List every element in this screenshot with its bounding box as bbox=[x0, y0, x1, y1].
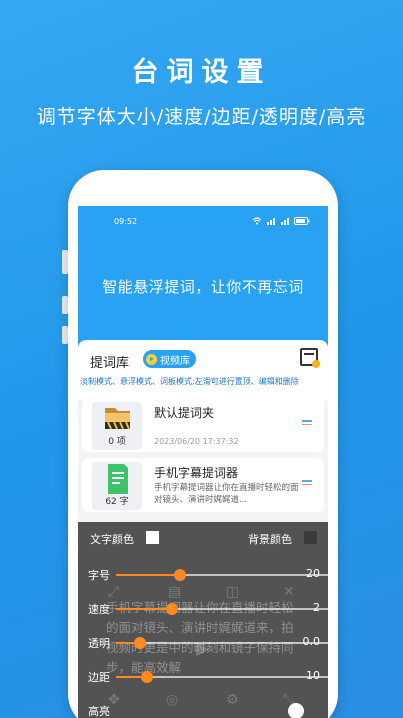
highlight-label: 高亮 bbox=[88, 705, 110, 718]
item-description: 手机字幕提词器让你在直播时轻松的面对镜头、演讲时娓娓道... bbox=[154, 483, 299, 505]
slider-fill bbox=[116, 574, 181, 576]
highlight-toggle[interactable] bbox=[288, 703, 304, 718]
margin-label: 边距 bbox=[88, 671, 110, 684]
highlight-row: 高亮 bbox=[78, 700, 328, 718]
bg-color-label: 背景颜色 bbox=[248, 533, 292, 546]
text-color-swatch[interactable] bbox=[146, 531, 159, 544]
item-name: 默认提词夹 bbox=[154, 406, 215, 420]
item-count: 62 字 bbox=[105, 497, 129, 507]
battery-icon bbox=[294, 217, 310, 225]
item-name: 手机字幕提词器 bbox=[154, 466, 239, 480]
margin-slider[interactable] bbox=[116, 671, 338, 683]
promo-title: 台词设置 bbox=[131, 57, 272, 88]
opacity-value: 0.0 bbox=[302, 635, 321, 648]
item-menu-icon[interactable] bbox=[302, 420, 312, 428]
video-library-tab[interactable]: 视频库 bbox=[143, 350, 196, 368]
hero-text: 智能悬浮提词，让你不再忘词 bbox=[102, 278, 304, 296]
slider-fill bbox=[116, 608, 172, 610]
speed-value: 2 bbox=[313, 601, 320, 614]
speed-label: 速度 bbox=[88, 603, 110, 616]
item-count: 0 项 bbox=[108, 437, 126, 447]
status-bar: 09:52 bbox=[78, 206, 328, 236]
signal-icon bbox=[267, 218, 275, 225]
text-color-row: 文字颜色 背景颜色 bbox=[78, 528, 328, 548]
signal-icon bbox=[281, 218, 289, 225]
slider-knob[interactable] bbox=[141, 671, 154, 683]
speed-slider[interactable] bbox=[116, 603, 338, 615]
font-size-row: 字号 20 bbox=[78, 564, 338, 584]
folder-icon bbox=[105, 408, 130, 430]
margin-value: 10 bbox=[306, 669, 320, 682]
slider-knob[interactable] bbox=[174, 569, 187, 581]
video-library-label: 视频库 bbox=[160, 355, 190, 367]
list-item[interactable]: 0 项 默认提词夹 2023/06/20 17:37:32 bbox=[82, 398, 324, 452]
list-item[interactable]: 62 字 手机字幕提词器 手机字幕提词器让你在直播时轻松的面对镜头、演讲时娓娓道… bbox=[82, 458, 324, 512]
slider-knob[interactable] bbox=[134, 637, 147, 649]
font-size-value: 20 bbox=[306, 567, 320, 580]
margin-row: 边距 10 bbox=[78, 666, 338, 686]
library-title[interactable]: 提词库 bbox=[90, 352, 129, 371]
play-icon bbox=[146, 353, 157, 365]
wifi-icon bbox=[252, 217, 262, 225]
item-menu-icon[interactable] bbox=[302, 480, 312, 488]
document-icon bbox=[108, 464, 128, 494]
settings-panel: 文字颜色 背景颜色 字号 20 速度 2 透明 0.0 边距 10 高亮 bbox=[78, 520, 338, 718]
status-time: 09:52 bbox=[114, 216, 138, 226]
font-size-slider[interactable] bbox=[116, 569, 338, 581]
new-folder-icon[interactable] bbox=[300, 348, 320, 368]
bg-color-swatch[interactable] bbox=[304, 531, 317, 544]
slider-knob[interactable] bbox=[165, 603, 178, 615]
font-size-label: 字号 bbox=[88, 569, 110, 582]
speed-row: 速度 2 bbox=[78, 598, 338, 618]
mode-hint: 淡制模式、悬浮模式、词板模式;左滑可进行置顶、编辑和删除 bbox=[80, 377, 299, 386]
promo-subtitle: 调节字体大小/速度/边距/透明度/高亮 bbox=[36, 106, 367, 128]
status-icons bbox=[252, 217, 310, 225]
text-color-label: 文字颜色 bbox=[90, 533, 134, 546]
opacity-label: 透明 bbox=[88, 637, 110, 650]
item-date: 2023/06/20 17:37:32 bbox=[154, 437, 239, 446]
opacity-row: 透明 0.0 bbox=[78, 632, 338, 652]
